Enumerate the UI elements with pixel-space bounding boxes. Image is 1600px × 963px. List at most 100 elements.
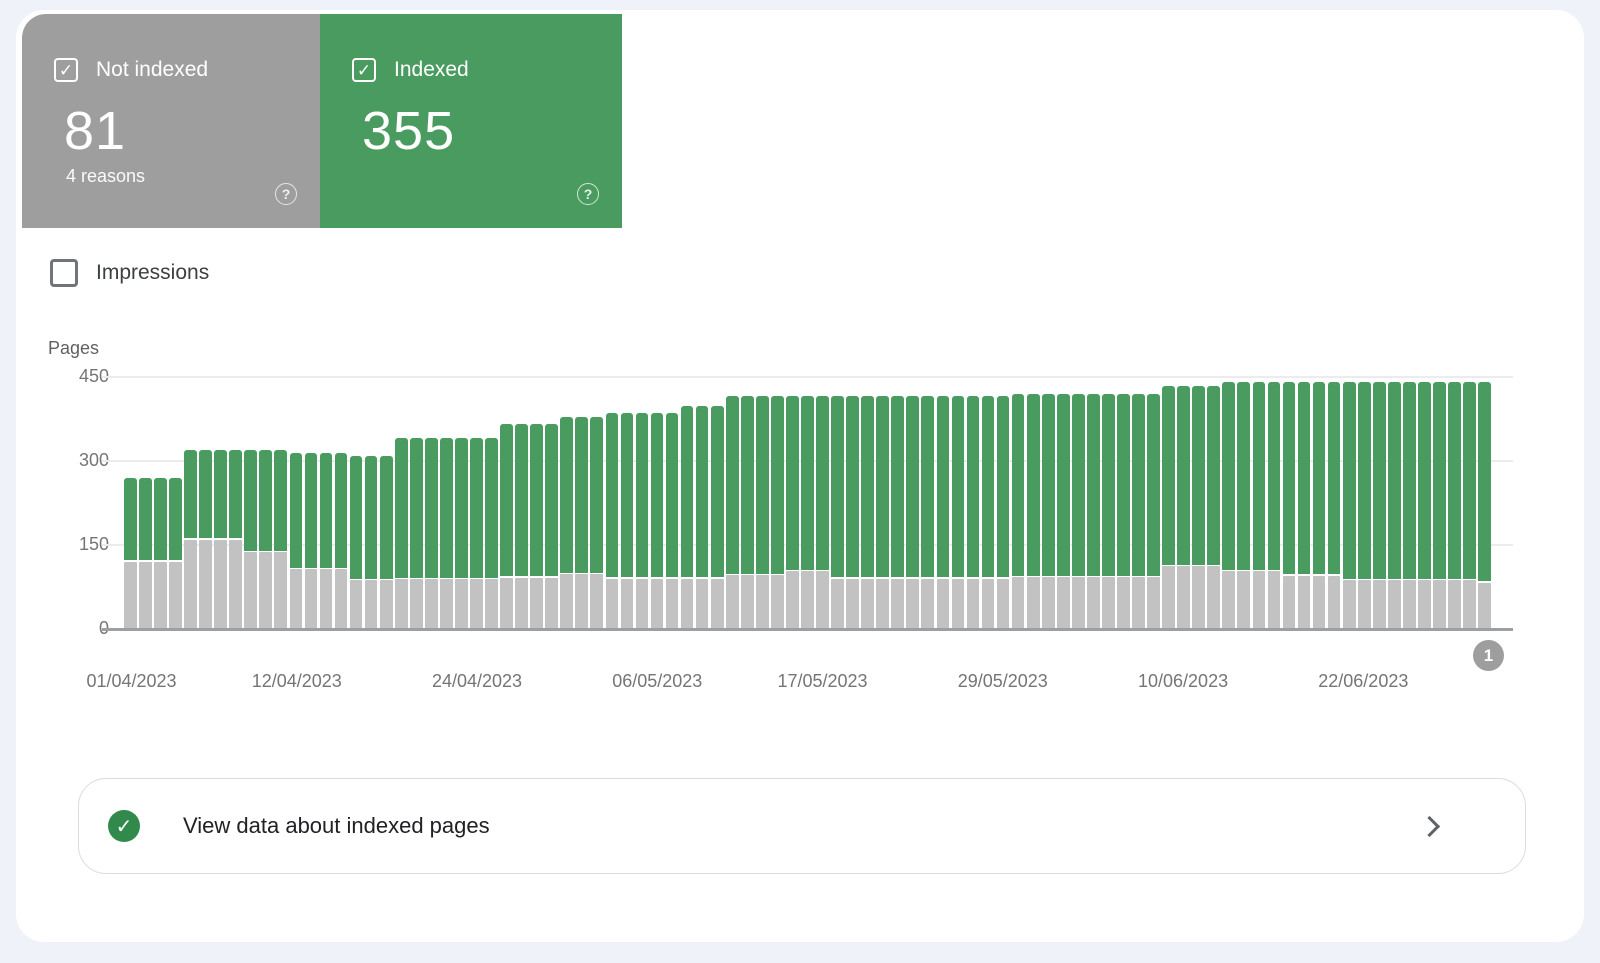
bar-09/05/2023[interactable]: [696, 376, 709, 628]
bar-27/04/2023[interactable]: [515, 376, 528, 628]
bar-12/06/2023[interactable]: [1207, 376, 1220, 628]
bar-04/06/2023[interactable]: [1087, 376, 1100, 628]
bar-13/05/2023[interactable]: [756, 376, 769, 628]
bar-17/05/2023[interactable]: [816, 376, 829, 628]
pagination-badge[interactable]: 1: [1473, 640, 1504, 671]
bar-28/05/2023[interactable]: [982, 376, 995, 628]
bar-15/06/2023[interactable]: [1253, 376, 1266, 628]
bar-09/04/2023[interactable]: [244, 376, 257, 628]
bar-08/04/2023[interactable]: [229, 376, 242, 628]
bar-22/06/2023[interactable]: [1358, 376, 1371, 628]
bar-02/05/2023[interactable]: [590, 376, 603, 628]
bar-22/05/2023[interactable]: [891, 376, 904, 628]
bar-06/06/2023[interactable]: [1117, 376, 1130, 628]
bar-10/06/2023[interactable]: [1177, 376, 1190, 628]
bar-23/05/2023[interactable]: [906, 376, 919, 628]
bar-17/06/2023[interactable]: [1283, 376, 1296, 628]
bar-13/06/2023[interactable]: [1222, 376, 1235, 628]
not-indexed-card[interactable]: ✓ Not indexed 81 4 reasons ?: [22, 14, 320, 228]
bar-16/06/2023[interactable]: [1268, 376, 1281, 628]
bar-23/04/2023[interactable]: [455, 376, 468, 628]
bar-26/05/2023[interactable]: [952, 376, 965, 628]
bar-01/05/2023[interactable]: [575, 376, 588, 628]
bar-05/06/2023[interactable]: [1102, 376, 1115, 628]
help-icon[interactable]: ?: [275, 183, 297, 205]
bar-19/06/2023[interactable]: [1313, 376, 1326, 628]
bar-17/04/2023[interactable]: [365, 376, 378, 628]
bar-14/04/2023[interactable]: [320, 376, 333, 628]
bar-23/06/2023[interactable]: [1373, 376, 1386, 628]
bar-10/05/2023[interactable]: [711, 376, 724, 628]
bar-04/04/2023[interactable]: [169, 376, 182, 628]
bar-08/06/2023[interactable]: [1147, 376, 1160, 628]
bar-11/05/2023[interactable]: [726, 376, 739, 628]
bar-31/05/2023[interactable]: [1027, 376, 1040, 628]
not-indexed-checkbox[interactable]: ✓: [54, 58, 78, 82]
bar-25/05/2023[interactable]: [937, 376, 950, 628]
bar-07/06/2023[interactable]: [1132, 376, 1145, 628]
bar-01/06/2023[interactable]: [1042, 376, 1055, 628]
bar-30/04/2023[interactable]: [560, 376, 573, 628]
bar-22/04/2023[interactable]: [440, 376, 453, 628]
indexed-card[interactable]: ✓ Indexed 355 ?: [320, 14, 622, 228]
bar-03/05/2023[interactable]: [606, 376, 619, 628]
bar-02/04/2023[interactable]: [139, 376, 152, 628]
bar-06/04/2023[interactable]: [199, 376, 212, 628]
bar-28/06/2023[interactable]: [1448, 376, 1461, 628]
bar-21/06/2023[interactable]: [1343, 376, 1356, 628]
bar-05/04/2023[interactable]: [184, 376, 197, 628]
bar-02/06/2023[interactable]: [1057, 376, 1070, 628]
bar-26/04/2023[interactable]: [500, 376, 513, 628]
bar-30/05/2023[interactable]: [1012, 376, 1025, 628]
bar-20/05/2023[interactable]: [861, 376, 874, 628]
indexed-checkbox[interactable]: ✓: [352, 58, 376, 82]
bar-29/06/2023[interactable]: [1463, 376, 1476, 628]
bar-28/04/2023[interactable]: [530, 376, 543, 628]
bar-30/06/2023[interactable]: [1478, 376, 1491, 628]
bar-24/04/2023[interactable]: [470, 376, 483, 628]
bar-18/06/2023[interactable]: [1298, 376, 1311, 628]
bar-04/05/2023[interactable]: [621, 376, 634, 628]
bar-19/04/2023[interactable]: [395, 376, 408, 628]
bar-15/04/2023[interactable]: [335, 376, 348, 628]
bar-01/04/2023[interactable]: [124, 376, 137, 628]
bar-20/06/2023[interactable]: [1328, 376, 1341, 628]
help-icon[interactable]: ?: [577, 183, 599, 205]
bar-29/05/2023[interactable]: [997, 376, 1010, 628]
bar-07/04/2023[interactable]: [214, 376, 227, 628]
bar-12/05/2023[interactable]: [741, 376, 754, 628]
bar-08/05/2023[interactable]: [681, 376, 694, 628]
bar-07/05/2023[interactable]: [666, 376, 679, 628]
impressions-toggle[interactable]: Impressions: [50, 259, 209, 287]
view-indexed-data-banner[interactable]: ✓ View data about indexed pages: [78, 778, 1526, 874]
bar-03/04/2023[interactable]: [154, 376, 167, 628]
bar-27/05/2023[interactable]: [967, 376, 980, 628]
bar-12/04/2023[interactable]: [290, 376, 303, 628]
bar-11/04/2023[interactable]: [274, 376, 287, 628]
bar-14/05/2023[interactable]: [771, 376, 784, 628]
bar-11/06/2023[interactable]: [1192, 376, 1205, 628]
bar-16/05/2023[interactable]: [801, 376, 814, 628]
bar-09/06/2023[interactable]: [1162, 376, 1175, 628]
bar-15/05/2023[interactable]: [786, 376, 799, 628]
bar-24/05/2023[interactable]: [921, 376, 934, 628]
bar-06/05/2023[interactable]: [651, 376, 664, 628]
bar-19/05/2023[interactable]: [846, 376, 859, 628]
bar-18/05/2023[interactable]: [831, 376, 844, 628]
bar-29/04/2023[interactable]: [545, 376, 558, 628]
bar-10/04/2023[interactable]: [259, 376, 272, 628]
bar-14/06/2023[interactable]: [1237, 376, 1250, 628]
bar-13/04/2023[interactable]: [305, 376, 318, 628]
bar-16/04/2023[interactable]: [350, 376, 363, 628]
bar-25/04/2023[interactable]: [485, 376, 498, 628]
bar-26/06/2023[interactable]: [1418, 376, 1431, 628]
bar-24/06/2023[interactable]: [1388, 376, 1401, 628]
chevron-right-icon[interactable]: [1419, 815, 1440, 836]
bar-27/06/2023[interactable]: [1433, 376, 1446, 628]
bar-25/06/2023[interactable]: [1403, 376, 1416, 628]
bar-21/04/2023[interactable]: [425, 376, 438, 628]
bar-18/04/2023[interactable]: [380, 376, 393, 628]
bar-20/04/2023[interactable]: [410, 376, 423, 628]
bar-21/05/2023[interactable]: [876, 376, 889, 628]
bar-05/05/2023[interactable]: [636, 376, 649, 628]
